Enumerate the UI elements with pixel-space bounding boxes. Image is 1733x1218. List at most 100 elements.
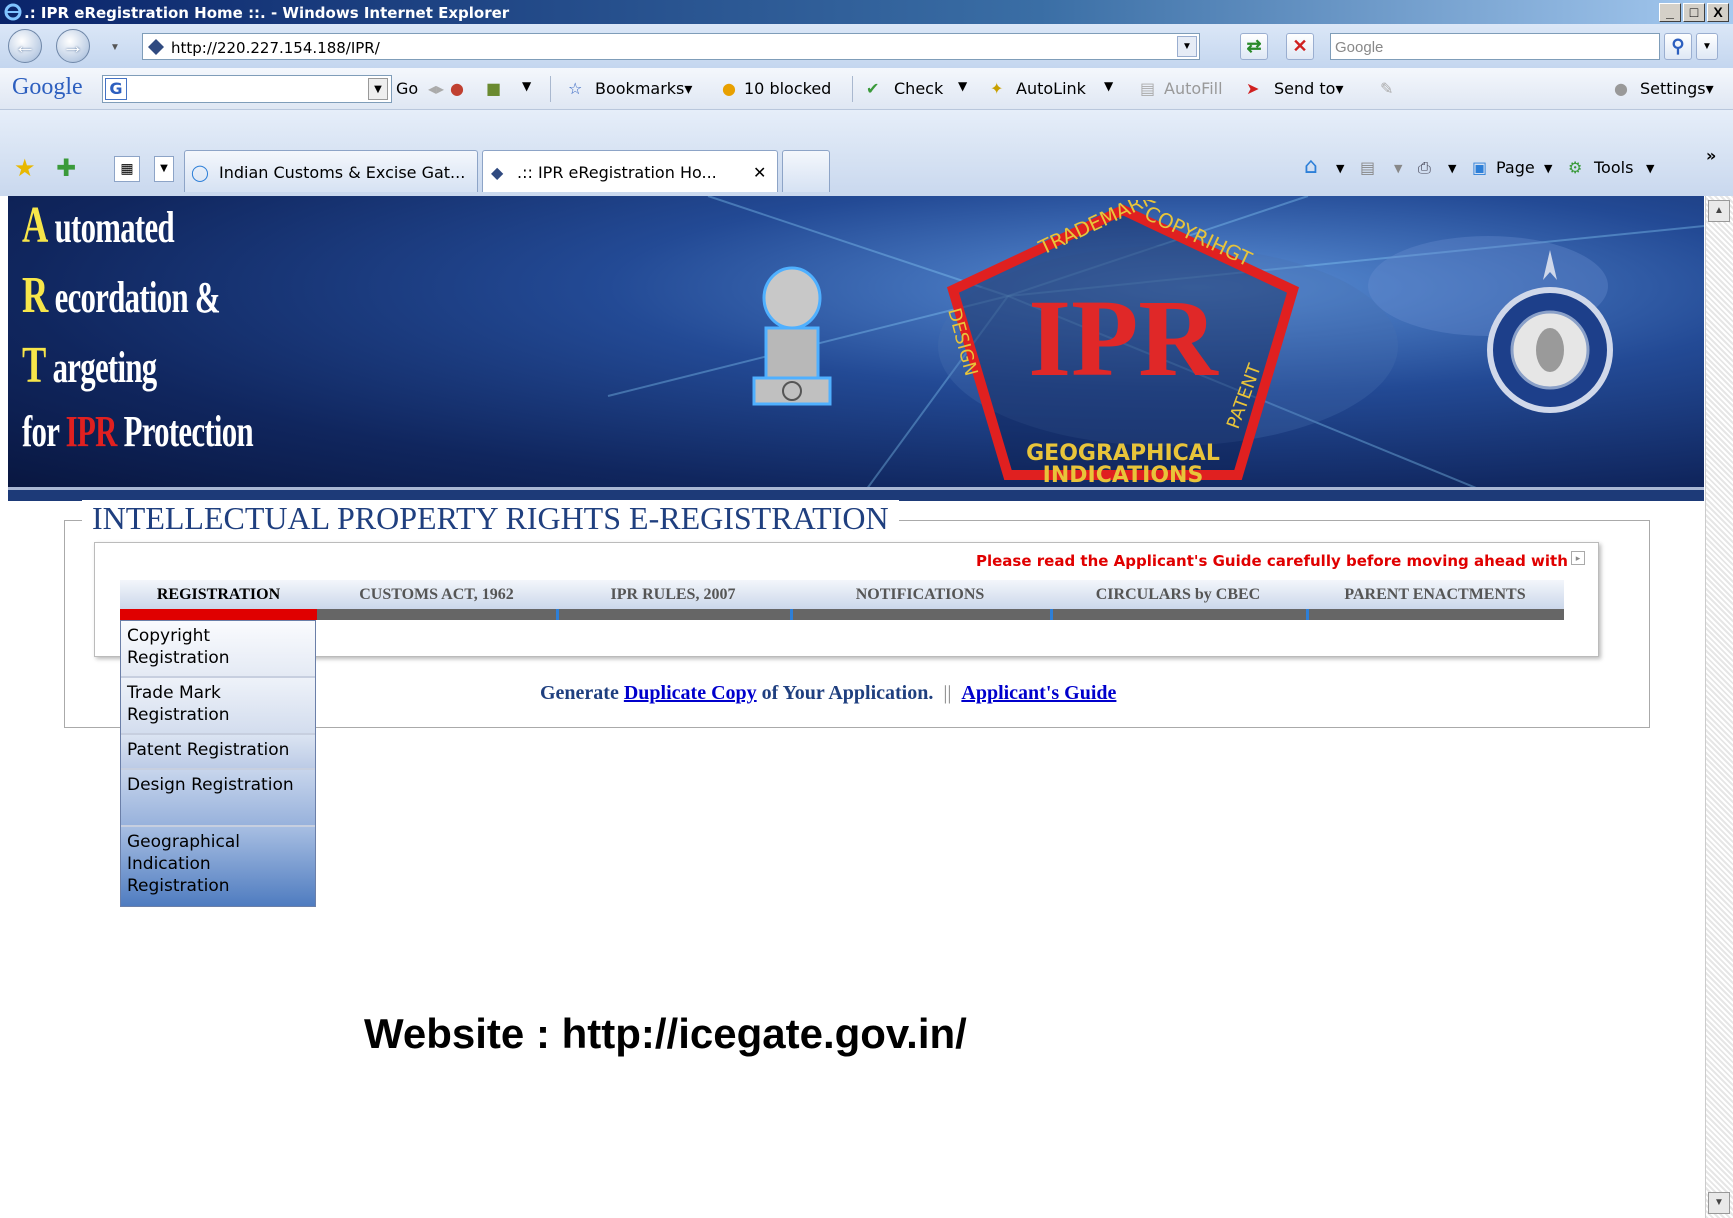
google-search-input[interactable]: G: [102, 75, 392, 103]
browser-window: .: IPR eRegistration Home ::. - Windows …: [0, 0, 1733, 1218]
menu-parent-enactments[interactable]: PARENT ENACTMENTS: [1306, 580, 1564, 609]
go-button[interactable]: Go: [396, 79, 418, 98]
sendto-button[interactable]: Send to▾: [1274, 79, 1343, 98]
submenu-copyright-registration[interactable]: Copyright Registration: [121, 621, 315, 678]
banner-bottom-band: [8, 487, 1704, 501]
window-title: .: IPR eRegistration Home ::. - Windows …: [24, 4, 510, 22]
history-dropdown-icon[interactable]: ▼: [110, 42, 120, 53]
feeds-icon[interactable]: ▤: [1360, 158, 1375, 177]
section-heading: INTELLECTUAL PROPERTY RIGHTS E-REGISTRAT…: [82, 500, 899, 537]
registration-submenu: Copyright Registration Trade Mark Regist…: [120, 620, 316, 907]
favorites-star-icon[interactable]: ★: [14, 154, 36, 182]
title-bar: .: IPR eRegistration Home ::. - Windows …: [0, 0, 1733, 24]
scroll-down-icon[interactable]: ▼: [1708, 1192, 1730, 1214]
new-tab-button[interactable]: [782, 150, 830, 192]
print-icon[interactable]: ⎙: [1418, 158, 1431, 178]
banner-line-targeting: T argeting: [22, 337, 157, 394]
close-window-button[interactable]: X: [1707, 3, 1729, 22]
site-favicon-icon: [148, 39, 164, 55]
check-dropdown-icon[interactable]: ▼: [958, 79, 967, 93]
google-search-dropdown-icon[interactable]: ▼: [368, 78, 388, 100]
menu-divider: [790, 609, 793, 620]
submenu-patent-registration[interactable]: Patent Registration: [121, 735, 315, 770]
tab-ipr-registration[interactable]: ◆ .:: IPR eRegistration Ho... ✕: [482, 150, 778, 192]
duplicate-copy-link[interactable]: Duplicate Copy: [624, 682, 757, 704]
spellcheck-icon: ✔: [866, 79, 880, 98]
close-tab-icon[interactable]: ✕: [753, 163, 766, 182]
back-button[interactable]: ←: [8, 29, 42, 63]
banner-light-rays-graphic: [607, 196, 1704, 501]
stop-button[interactable]: ✕: [1286, 33, 1314, 60]
tools-puzzle-icon[interactable]: ■: [486, 79, 501, 98]
search-icon[interactable]: ⚲: [1664, 33, 1692, 60]
menu-divider: [1306, 609, 1309, 620]
address-bar: ← → ▼ http://220.227.154.188/IPR/ ▼ ⇄ ✕ …: [0, 24, 1733, 68]
tools-dropdown-icon[interactable]: ▼: [1646, 162, 1654, 175]
ipr-pentagon-logo: IPR TRADEMARK COPYRIHGT DESIGN PATENT GE…: [943, 200, 1300, 488]
submenu-gi-registration[interactable]: Geographical Indication Registration: [121, 827, 315, 906]
link-separator: ||: [943, 682, 952, 704]
bookmarks-star-icon: ☆: [568, 79, 583, 98]
marquee-control-icon[interactable]: ▸: [1571, 551, 1585, 565]
quick-tabs-icon[interactable]: ▦: [114, 156, 140, 182]
home-icon[interactable]: ⌂: [1304, 154, 1318, 179]
menu-divider: [556, 609, 559, 620]
pagerank-icon[interactable]: ●: [450, 79, 464, 98]
home-dropdown-icon[interactable]: ▼: [1336, 162, 1344, 175]
add-favorites-icon[interactable]: ✚: [56, 154, 76, 182]
applicants-guide-link[interactable]: Applicant's Guide: [961, 682, 1116, 704]
menu-registration[interactable]: REGISTRATION: [120, 580, 317, 609]
tab-label: .:: IPR eRegistration Ho...: [517, 163, 717, 182]
autolink-wand-icon: ✦: [990, 79, 1004, 98]
main-menu-bar: REGISTRATION CUSTOMS ACT, 1962 IPR RULES…: [120, 580, 1564, 620]
tab-label: Indian Customs & Excise Gat...: [219, 163, 466, 182]
command-overflow-icon[interactable]: »: [1706, 146, 1716, 165]
forward-arrow-icon: →: [62, 33, 84, 58]
forward-button[interactable]: →: [56, 29, 90, 63]
banner-line-recordation: R ecordation &: [22, 267, 221, 324]
website-caption: Website : http://icegate.gov.in/: [364, 1010, 967, 1057]
ie-logo-icon: [4, 3, 22, 21]
national-emblem-icon: [752, 266, 832, 406]
page-dropdown-icon[interactable]: ▼: [1544, 162, 1552, 175]
autolink-dropdown-icon[interactable]: ▼: [1104, 79, 1113, 93]
minimize-button[interactable]: _: [1659, 3, 1681, 22]
autofill-button[interactable]: AutoFill: [1164, 79, 1223, 98]
tools-dropdown-icon[interactable]: ▼: [522, 79, 531, 93]
menu-circulars[interactable]: CIRCULARS by CBEC: [1050, 580, 1306, 609]
check-button[interactable]: Check: [894, 79, 943, 98]
search-input[interactable]: Google: [1330, 33, 1660, 60]
menu-notifications[interactable]: NOTIFICATIONS: [790, 580, 1050, 609]
highlighter-icon[interactable]: ✎: [1380, 79, 1393, 98]
settings-button[interactable]: Settings▾: [1640, 79, 1714, 98]
menu-bottom-strip: [120, 609, 1564, 620]
submenu-trademark-registration[interactable]: Trade Mark Registration: [121, 678, 315, 735]
menu-customs-act[interactable]: CUSTOMS ACT, 1962: [317, 580, 556, 609]
tools-menu-button[interactable]: Tools: [1594, 158, 1633, 177]
go-arrows-icon[interactable]: ◂▸: [428, 79, 444, 98]
customs-excise-seal-icon: [1487, 250, 1613, 413]
feeds-dropdown-icon[interactable]: ▼: [1394, 162, 1402, 175]
popup-blocker-button[interactable]: 10 blocked: [744, 79, 831, 98]
menu-ipr-rules[interactable]: IPR RULES, 2007: [556, 580, 790, 609]
bookmarks-button[interactable]: Bookmarks▾: [595, 79, 692, 98]
google-toolbar: Google G ▼ Go ◂▸ ● ■ ▼ ☆ Bookmarks▾ ● 10…: [0, 68, 1733, 110]
refresh-button[interactable]: ⇄: [1240, 33, 1268, 60]
tab-list-dropdown-icon[interactable]: ▼: [154, 156, 174, 182]
search-options-icon[interactable]: ▼: [1696, 33, 1718, 60]
banner-line-ipr-protection: for IPR Protection: [22, 407, 254, 456]
submenu-design-registration[interactable]: Design Registration: [121, 770, 315, 827]
popup-blocker-icon: ●: [722, 79, 736, 98]
autolink-button[interactable]: AutoLink: [1016, 79, 1086, 98]
settings-icon: ●: [1614, 79, 1628, 98]
page-menu-button[interactable]: Page: [1496, 158, 1535, 177]
vertical-scrollbar[interactable]: ▲ ▼: [1705, 196, 1733, 1218]
page-icon: ▣: [1472, 158, 1488, 177]
maximize-button[interactable]: □: [1683, 3, 1705, 22]
menu-active-indicator: [120, 609, 317, 620]
url-input[interactable]: http://220.227.154.188/IPR/ ▼: [142, 33, 1200, 60]
tab-indian-customs[interactable]: ◯ Indian Customs & Excise Gat...: [184, 150, 478, 192]
scroll-up-icon[interactable]: ▲: [1708, 200, 1730, 222]
url-dropdown-icon[interactable]: ▼: [1177, 36, 1197, 57]
print-dropdown-icon[interactable]: ▼: [1448, 162, 1456, 175]
